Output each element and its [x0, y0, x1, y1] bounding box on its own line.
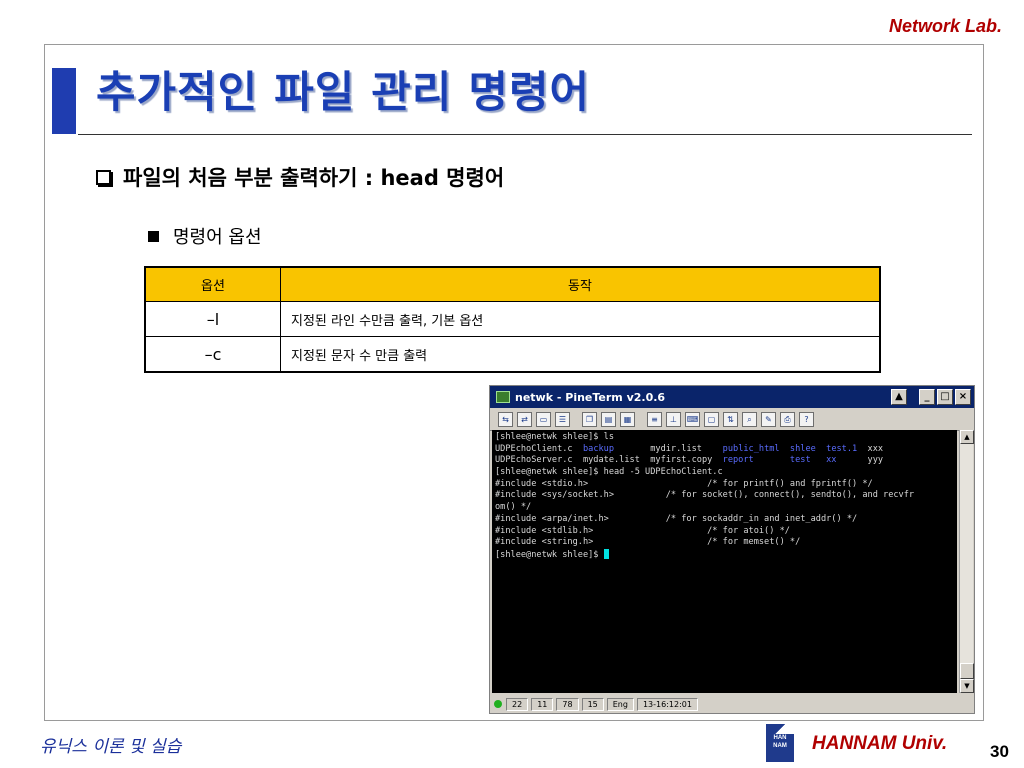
script-icon[interactable]: ✎ [761, 411, 776, 427]
terminal-title: netwk - PineTerm v2.0.6 [515, 390, 666, 404]
terminal-window: netwk - PineTerm v2.0.6 ▲ _ □ × ⇆ ⇄ ▭ ☰ … [489, 385, 975, 714]
terminal-app-icon [496, 391, 510, 403]
directory-name: backup [582, 443, 615, 454]
terminal-line: #include <sys/socket.h> /* for socket(),… [495, 490, 915, 501]
terminal-scrollbar[interactable]: ▲ ▼ [959, 430, 974, 693]
terminal-text: yyy [836, 455, 884, 466]
status-cell: 22 [506, 697, 529, 711]
status-cell: Eng [606, 697, 634, 711]
logo-roof [766, 724, 794, 734]
terminal-line: #include <string.h> /* for memset() */ [495, 537, 801, 548]
terminal-statusbar: 22 11 78 15 Eng 13-16:12:01 [492, 697, 701, 711]
option-cell: –c [144, 336, 281, 373]
logo-text: HAN NAM [773, 735, 787, 749]
university-logo-icon: HAN NAM [766, 724, 794, 762]
table-header-row: 옵션 동작 [144, 266, 881, 302]
copy-icon[interactable]: ❐ [582, 411, 597, 427]
course-title: 유닉스 이론 및 실습 [40, 737, 182, 757]
terminal-text: UDPEchoClient.c [495, 443, 583, 454]
scroll-thumb[interactable] [960, 663, 974, 679]
title-accent-bar [52, 68, 76, 134]
terminal-line: [shlee@netwk shlee]$ head -5 UDPEchoClie… [495, 467, 723, 478]
terminal-line: om() */ [495, 502, 532, 513]
keyboard-icon[interactable]: ⌨ [685, 411, 700, 427]
options-table: 옵션 동작 –l 지정된 라인 수만큼 출력, 기본 옵션 –c 지정된 문자 … [144, 266, 881, 373]
terminal-line: UDPEchoClient.c backup mydir.list public… [495, 444, 957, 456]
slide-title: 추가적인 파일 관리 명령어 [96, 68, 591, 118]
connect-icon[interactable]: ⇆ [498, 411, 513, 427]
window-controls: ▲ _ □ × [889, 389, 971, 405]
monitor-icon[interactable]: ▭ [536, 411, 551, 427]
properties-icon[interactable]: ☰ [555, 411, 570, 427]
directory-name: report test xx [722, 455, 837, 466]
terminal-line: #include <stdio.h> /* for printf() and f… [495, 478, 873, 489]
table-row: –l 지정된 라인 수만큼 출력, 기본 옵션 [144, 301, 881, 337]
bullet-level2-text: 명령어 옵션 [173, 227, 262, 248]
terminal-toolbar: ⇆ ⇄ ▭ ☰ ❐ ▤ ▦ ≡ ⊥ ⌨ ▢ ⇅ ⌕ ✎ ⎙ ? [490, 408, 974, 431]
square-bullet-icon [148, 230, 159, 242]
bullet-level1: 파일의 처음 부분 출력하기 : head 명령어 [96, 162, 504, 192]
terminal-line: #include <stdlib.h> /* for atoi() */ [495, 525, 790, 536]
scroll-up-arrow-icon[interactable]: ▲ [960, 430, 974, 444]
search-icon[interactable]: ⌕ [742, 411, 757, 427]
action-cell: 지정된 라인 수만큼 출력, 기본 옵션 [280, 301, 881, 337]
status-cell: 11 [531, 697, 554, 711]
terminal-prompt: [shlee@netwk shlee]$ [495, 549, 604, 560]
directory-name: public_html shlee test.1 [722, 443, 858, 454]
bullet-level1-text: 파일의 처음 부분 출력하기 : head 명령어 [123, 166, 505, 190]
help-icon[interactable]: ? [799, 411, 814, 427]
caret-up-icon[interactable]: ▲ [891, 389, 907, 405]
scroll-down-arrow-icon[interactable]: ▼ [960, 679, 974, 693]
transfer-icon[interactable]: ⇅ [723, 411, 738, 427]
disconnect-icon[interactable]: ⇄ [517, 411, 532, 427]
status-cell: 78 [556, 697, 579, 711]
terminal-text: UDPEchoServer.c mydate.list myfirst.copy [495, 455, 723, 466]
terminal-line: #include <arpa/inet.h> /* for sockaddr_i… [495, 513, 858, 524]
terminal-line: UDPEchoServer.c mydate.list myfirst.copy… [495, 455, 957, 467]
header-brand: Network Lab. [888, 16, 1002, 36]
status-cell: 13-16:12:01 [636, 697, 698, 711]
table-row: –c 지정된 문자 수 만큼 출력 [144, 336, 881, 373]
option-cell: –l [144, 301, 281, 337]
column-header-option: 옵션 [144, 266, 281, 302]
text-cursor [603, 548, 609, 559]
window-icon[interactable]: ▢ [704, 411, 719, 427]
maximize-button[interactable]: □ [937, 389, 953, 405]
print-icon[interactable]: ⎙ [780, 411, 795, 427]
paste-icon[interactable]: ▤ [601, 411, 616, 427]
column-header-action: 동작 [280, 266, 881, 302]
checkbox-bullet-icon [96, 169, 111, 185]
terminal-line: [shlee@netwk shlee]$ [495, 548, 957, 561]
clipboard-icon[interactable]: ▦ [620, 411, 635, 427]
terminal-text: mydir.list [614, 443, 723, 454]
title-divider [78, 134, 972, 135]
pin-icon[interactable]: ⊥ [666, 411, 681, 427]
status-cell: 15 [581, 697, 604, 711]
bullet-level2: 명령어 옵션 [148, 223, 262, 249]
action-cell: 지정된 문자 수 만큼 출력 [280, 336, 881, 373]
terminal-screen[interactable]: [shlee@netwk shlee]$ ls UDPEchoClient.c … [492, 430, 957, 693]
terminal-text: xxx [857, 443, 884, 454]
connection-status-icon [494, 700, 502, 708]
university-brand: HANNAM Univ. [812, 733, 948, 754]
minimize-button[interactable]: _ [919, 389, 935, 405]
close-button[interactable]: × [955, 389, 971, 405]
terminal-titlebar[interactable]: netwk - PineTerm v2.0.6 ▲ _ □ × [490, 386, 974, 408]
terminal-line: [shlee@netwk shlee]$ ls [495, 432, 614, 442]
page-number: 30 [990, 742, 1009, 761]
settings-menu-icon[interactable]: ≡ [647, 411, 662, 427]
